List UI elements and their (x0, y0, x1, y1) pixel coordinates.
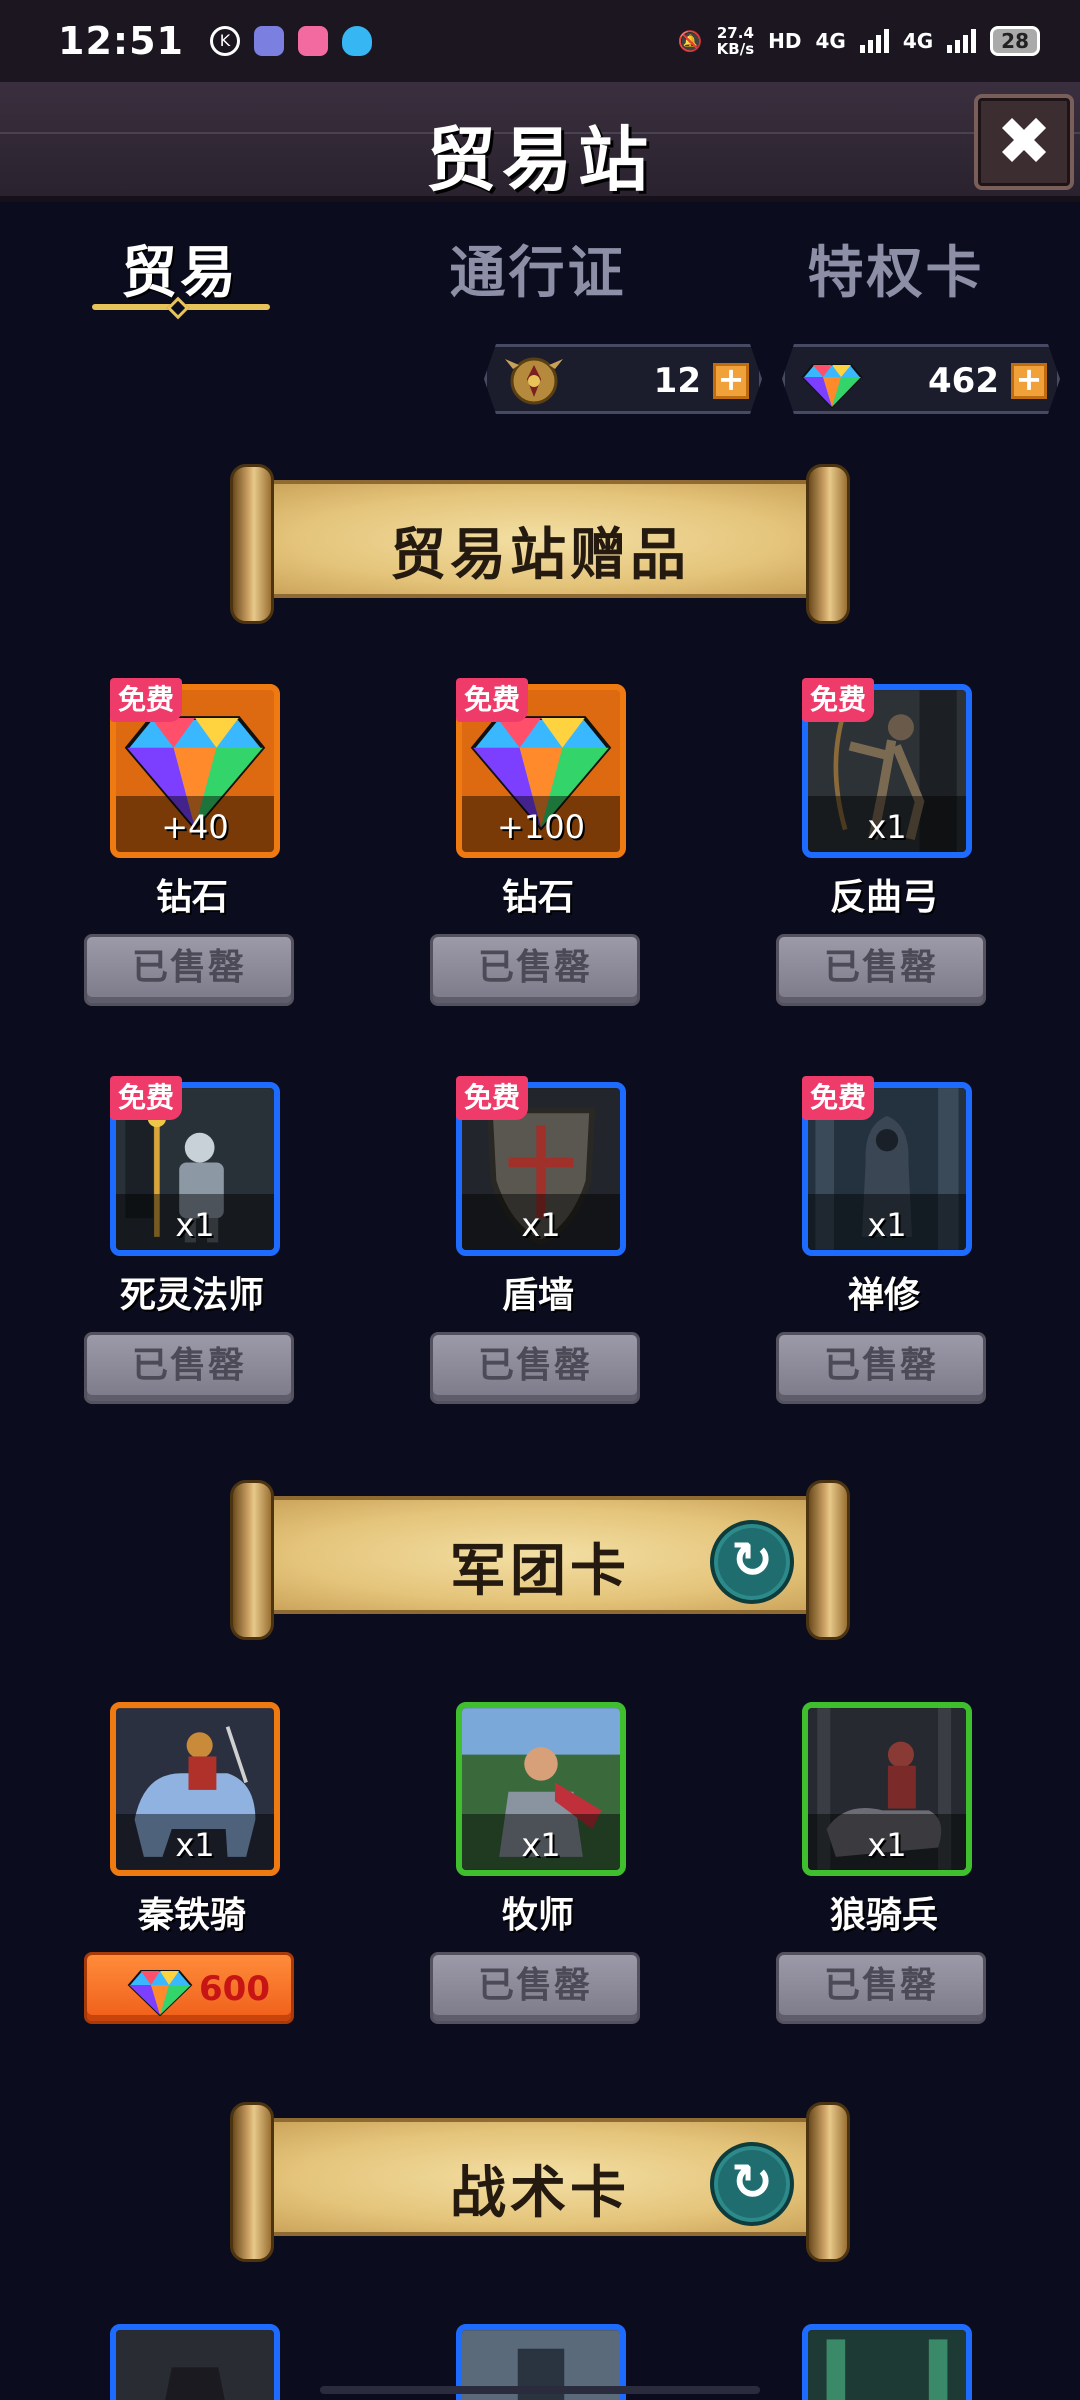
medal-currency: 12 + (484, 344, 762, 414)
gift-item-diamond-100[interactable]: +100 免费 钻石 已售罄 (414, 678, 640, 1006)
free-tag: 免费 (456, 678, 528, 722)
item-quantity: x1 (175, 1206, 215, 1244)
network-speed: 27.4 KB/s (717, 25, 754, 57)
close-icon: ✖ (996, 103, 1052, 180)
tab-bar: 贸易 通行证 特权卡 (0, 216, 1080, 326)
item-name: 牧师 (501, 1895, 574, 1936)
tactic-item[interactable] (760, 2324, 980, 2400)
refresh-icon: ↻ (731, 2153, 773, 2211)
tab-privilege-card[interactable]: 特权卡 (766, 228, 1026, 309)
tactic-card-icon (808, 2330, 966, 2400)
buy-button[interactable]: 600 (84, 1952, 294, 2024)
gem-currency: 462 + (782, 344, 1060, 414)
signal-icon-2 (947, 29, 977, 53)
tab-pass[interactable]: 通行证 (408, 228, 668, 309)
refresh-legion-button[interactable]: ↻ (710, 1520, 794, 1604)
item-card[interactable]: x1 (802, 1702, 972, 1876)
qq-icon (341, 26, 372, 56)
gift-item-recurve-bow[interactable]: x1 免费 反曲弓 已售罄 (760, 678, 986, 1006)
item-name: 禅修 (847, 1275, 920, 1316)
sold-out-button[interactable]: 已售罄 (430, 1952, 640, 2024)
legion-item-priest[interactable]: x1 牧师 已售罄 (414, 1702, 640, 2024)
item-quantity: +40 (161, 808, 229, 846)
gem-icon (799, 351, 865, 411)
item-name: 钻石 (501, 877, 574, 918)
gifts-section-title: 贸易站赠品 (390, 523, 690, 588)
add-gem-button[interactable]: + (1011, 363, 1047, 399)
item-name: 秦铁骑 (137, 1895, 246, 1936)
home-indicator[interactable] (320, 2386, 760, 2394)
item-quantity: x1 (867, 1826, 907, 1864)
gift-item-necromancer[interactable]: x1 免费 死灵法师 已售罄 (68, 1076, 294, 1404)
free-tag: 免费 (802, 1076, 874, 1120)
sold-out-button[interactable]: 已售罄 (430, 934, 640, 1006)
item-name: 狼骑兵 (829, 1895, 938, 1936)
app-notification-icon (253, 26, 284, 56)
tactic-card-icon (116, 2330, 274, 2400)
sold-out-button[interactable]: 已售罄 (84, 1332, 294, 1404)
item-card[interactable] (802, 2324, 972, 2400)
item-quantity: x1 (521, 1826, 561, 1864)
item-name: 反曲弓 (829, 877, 938, 918)
refresh-tactics-button[interactable]: ↻ (710, 2142, 794, 2226)
close-button[interactable]: ✖ (974, 94, 1074, 190)
free-tag: 免费 (110, 1076, 182, 1120)
item-card[interactable] (110, 2324, 280, 2400)
item-name: 盾墙 (501, 1275, 574, 1316)
free-tag: 免费 (456, 1076, 528, 1120)
legion-banner: 军团卡 ↻ (230, 1480, 850, 1640)
mute-icon: 🔕 (677, 29, 703, 53)
gift-item-meditation[interactable]: x1 免费 禅修 已售罄 (760, 1076, 986, 1404)
legion-item-wolf-rider[interactable]: x1 狼骑兵 已售罄 (760, 1702, 986, 2024)
bilibili-icon (297, 26, 328, 56)
status-bar-left: 12:51 K (58, 19, 372, 63)
item-card[interactable]: x1 (110, 1702, 280, 1876)
network-label-1: 4G (815, 29, 846, 53)
battery-icon: 28 (990, 26, 1040, 56)
signal-icon (859, 29, 889, 53)
refresh-icon: ↻ (731, 1531, 773, 1589)
hd-icon: HD (768, 29, 802, 53)
medal-amount: 12 (653, 361, 701, 401)
tab-trade[interactable]: 贸易 (50, 228, 310, 309)
network-label-2: 4G (902, 29, 934, 53)
tactics-banner: 战术卡 ↻ (230, 2102, 850, 2262)
free-tag: 免费 (110, 678, 182, 722)
sold-out-button[interactable]: 已售罄 (776, 1952, 986, 2024)
item-price: 600 (199, 1969, 270, 2009)
item-card[interactable]: x1 (456, 1702, 626, 1876)
gifts-banner: 贸易站赠品 (230, 464, 850, 624)
item-quantity: x1 (867, 808, 907, 846)
gem-icon (127, 1970, 193, 2017)
item-name: 死灵法师 (119, 1275, 264, 1316)
item-quantity: x1 (521, 1206, 561, 1244)
medal-icon (501, 351, 567, 411)
add-medal-button[interactable]: + (713, 363, 749, 399)
status-bar-right: 🔕 27.4 KB/s HD 4G 4G 28 (678, 25, 1040, 57)
sold-out-button[interactable]: 已售罄 (430, 1332, 640, 1404)
free-tag: 免费 (802, 678, 874, 722)
status-bar: 12:51 K 🔕 27.4 KB/s HD 4G 4G 28 (0, 0, 1080, 82)
item-name: 钻石 (155, 877, 228, 918)
status-time: 12:51 (58, 19, 184, 63)
legion-item-qin-cavalry[interactable]: x1 秦铁骑 600 (68, 1702, 294, 2024)
speed-unit: KB/s (716, 40, 755, 58)
sold-out-button[interactable]: 已售罄 (776, 934, 986, 1006)
item-quantity: +100 (497, 808, 585, 846)
item-quantity: x1 (175, 1826, 215, 1864)
page-header: 贸易站 (0, 82, 1080, 202)
gem-amount: 462 (928, 361, 999, 401)
gift-item-diamond-40[interactable]: +40 免费 钻石 已售罄 (68, 678, 294, 1006)
tactic-item[interactable] (68, 2324, 288, 2400)
sold-out-button[interactable]: 已售罄 (776, 1332, 986, 1404)
sold-out-button[interactable]: 已售罄 (84, 934, 294, 1006)
item-quantity: x1 (867, 1206, 907, 1244)
gift-item-shield-wall[interactable]: x1 免费 盾墙 已售罄 (414, 1076, 640, 1404)
k-app-icon: K (209, 26, 240, 56)
page-title: 贸易站 (426, 119, 654, 201)
